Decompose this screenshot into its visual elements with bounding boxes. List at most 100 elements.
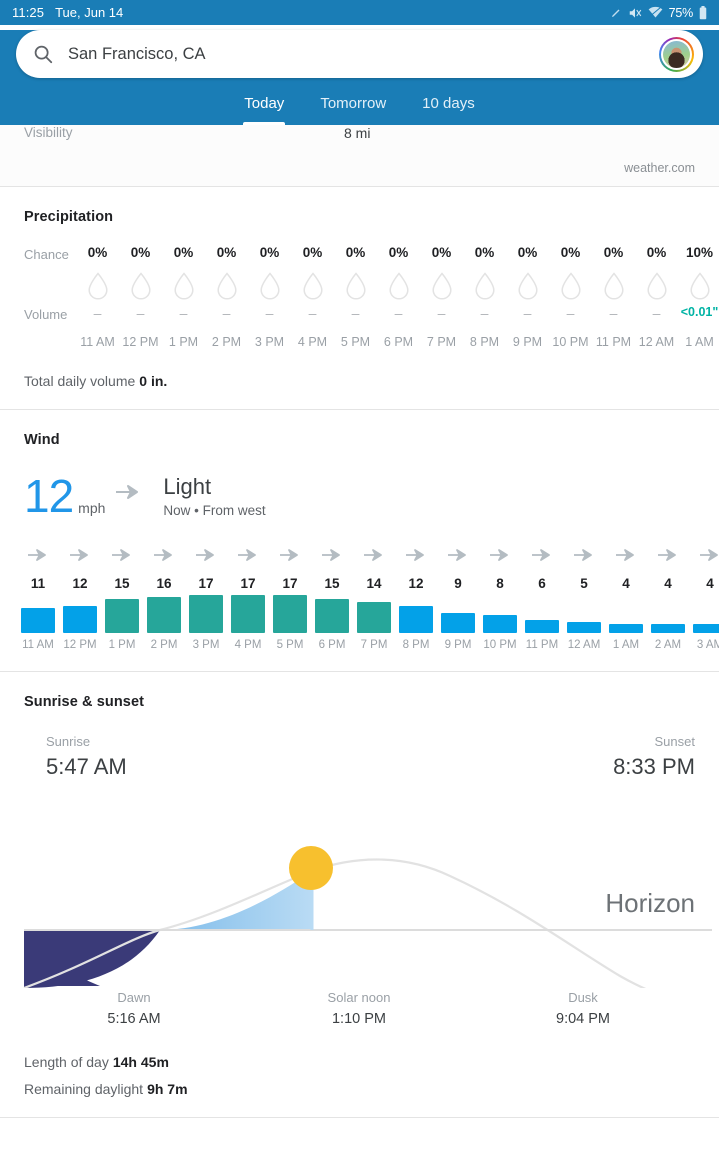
wind-arrow-icon (615, 544, 637, 566)
wind-bar-wrap (651, 593, 685, 633)
wind-bar (105, 599, 139, 633)
battery-icon (699, 5, 707, 20)
dusk-label: Dusk (568, 990, 598, 1005)
wind-hour-column[interactable]: 17 5 PM (269, 544, 311, 651)
sunrise-label: Sunrise (46, 734, 91, 749)
wind-bar (315, 599, 349, 633)
wind-bar (483, 615, 517, 633)
sunset-value: 8:33 PM (613, 754, 695, 779)
precip-chance-value: 0% (216, 245, 237, 260)
precip-hour-label: 2 PM (211, 335, 242, 349)
wind-hour-column[interactable]: 6 11 PM (521, 544, 563, 651)
precip-volume-value: – (394, 305, 403, 321)
account-avatar[interactable] (659, 36, 694, 72)
wind-hour-value: 5 (580, 576, 588, 591)
wind-hour-column[interactable]: 15 1 PM (101, 544, 143, 651)
wind-hour-column[interactable]: 14 7 PM (353, 544, 395, 651)
tab-10-days[interactable]: 10 days (404, 95, 493, 125)
precip-hour-label: 12 PM (122, 335, 159, 349)
wind-arrow-icon (405, 544, 427, 566)
wind-arrow-icon (69, 544, 91, 566)
wind-hour-label: 3 PM (192, 639, 220, 651)
wind-arrow-icon (153, 544, 175, 566)
wind-hour-column[interactable]: 8 10 PM (479, 544, 521, 651)
total-daily-volume-value: 0 in. (139, 373, 168, 389)
remaining-daylight-label: Remaining daylight (24, 1081, 144, 1097)
mute-icon (628, 6, 642, 20)
avatar-photo (663, 40, 690, 68)
precip-chance-value: 0% (345, 245, 366, 260)
wind-arrow-icon (279, 544, 301, 566)
wind-hour-column[interactable]: 5 12 AM (563, 544, 605, 651)
precip-hour-label: 3 PM (254, 335, 285, 349)
rain-drop-icon (205, 267, 248, 305)
precip-volume-value: – (609, 305, 618, 321)
wind-speed-unit: mph (78, 500, 106, 516)
precip-chance-value: 10% (685, 245, 714, 260)
length-of-day-label: Length of day (24, 1054, 109, 1070)
sun-marker-icon (289, 846, 333, 890)
precip-hour-label: 8 PM (469, 335, 500, 349)
wind-speed-value: 12 (24, 470, 74, 522)
wind-hour-column[interactable]: 11 11 AM (17, 544, 59, 651)
wind-hour-label: 6 PM (318, 639, 346, 651)
tab-today[interactable]: Today (226, 95, 302, 125)
wind-hour-column[interactable]: 17 4 PM (227, 544, 269, 651)
precip-hour-label: 9 PM (512, 335, 543, 349)
volume-row-label: Volume (24, 307, 68, 322)
wind-description: Light Now • From west (163, 474, 265, 518)
wind-hour-column[interactable]: 4 1 AM (605, 544, 647, 651)
search-bar[interactable]: San Francisco, CA (16, 30, 703, 78)
wifi-icon (648, 6, 663, 19)
wind-columns: 11 11 AM 12 12 PM 15 1 PM 16 2 PM 17 3 PM 17 4 PM 17… (0, 544, 719, 651)
wind-bar-wrap (357, 593, 391, 633)
wind-description-sub: Now • From west (163, 503, 266, 518)
wind-bar (399, 606, 433, 633)
wind-hour-column[interactable]: 12 12 PM (59, 544, 101, 651)
wind-hour-column[interactable]: 9 9 PM (437, 544, 479, 651)
precipitation-card: Precipitation Chance Volume 0% 0% 0% 0% 0% 0%… (0, 187, 719, 410)
wind-hour-column[interactable]: 15 6 PM (311, 544, 353, 651)
wind-hour-column[interactable]: 17 3 PM (185, 544, 227, 651)
wind-arrow-icon (195, 544, 217, 566)
wind-hour-column[interactable]: 12 8 PM (395, 544, 437, 651)
wind-hour-value: 11 (30, 576, 46, 591)
dawn-mark: Dawn 5:16 AM (107, 990, 160, 1027)
attribution-link[interactable]: weather.com (624, 161, 695, 175)
wind-bar (441, 613, 475, 633)
wind-arrow-icon (531, 544, 553, 566)
wind-arrow-icon (321, 544, 343, 566)
rain-drop-icon (635, 267, 678, 305)
precip-volume-value: – (523, 305, 532, 321)
sun-arc-curve (23, 858, 647, 988)
wind-bar (357, 602, 391, 633)
tab-tomorrow[interactable]: Tomorrow (302, 95, 404, 125)
sunrise-value: 5:47 AM (46, 754, 127, 779)
wind-hour-label: 9 PM (444, 639, 472, 651)
wind-hour-value: 12 (72, 576, 88, 591)
wind-hour-value: 4 (706, 576, 714, 591)
wind-chart[interactable]: 11 11 AM 12 12 PM 15 1 PM 16 2 PM 17 3 PM 17 4 PM 17… (0, 544, 719, 651)
wind-bar (567, 622, 601, 633)
precip-hour-label: 12 AM (638, 335, 675, 349)
precipitation-title: Precipitation (24, 209, 114, 225)
wind-hour-column[interactable]: 16 2 PM (143, 544, 185, 651)
wind-hour-column[interactable]: 4 2 AM (647, 544, 689, 651)
wind-arrow-icon (447, 544, 469, 566)
precipitation-chart[interactable]: Chance Volume 0% 0% 0% 0% 0% 0% 0% 0% 0% 0% 0% 0% 0%… (0, 245, 719, 355)
wind-hour-value: 17 (240, 576, 256, 591)
wind-card: Wind 12 mph Light Now • From west 11 11 A… (0, 410, 719, 672)
status-bar: 11:25 Tue, Jun 14 75% (0, 0, 719, 25)
wind-hour-column[interactable]: 4 3 AM (689, 544, 719, 651)
wind-arrow-icon (363, 544, 385, 566)
wind-bar (273, 595, 307, 633)
search-input[interactable]: San Francisco, CA (68, 45, 659, 64)
precipitation-scroll[interactable]: 0% 0% 0% 0% 0% 0% 0% 0% 0% 0% 0% 0% 0% 0% 10% – – – – – – – – –… (0, 245, 719, 355)
wind-hour-value: 16 (156, 576, 172, 591)
wind-hour-label: 11 AM (22, 639, 54, 651)
wind-bar (609, 624, 643, 633)
precip-hour-label: 5 PM (340, 335, 371, 349)
rain-drop-icon (420, 267, 463, 305)
wind-arrow-icon (27, 544, 49, 566)
wind-bar-wrap (567, 593, 601, 633)
